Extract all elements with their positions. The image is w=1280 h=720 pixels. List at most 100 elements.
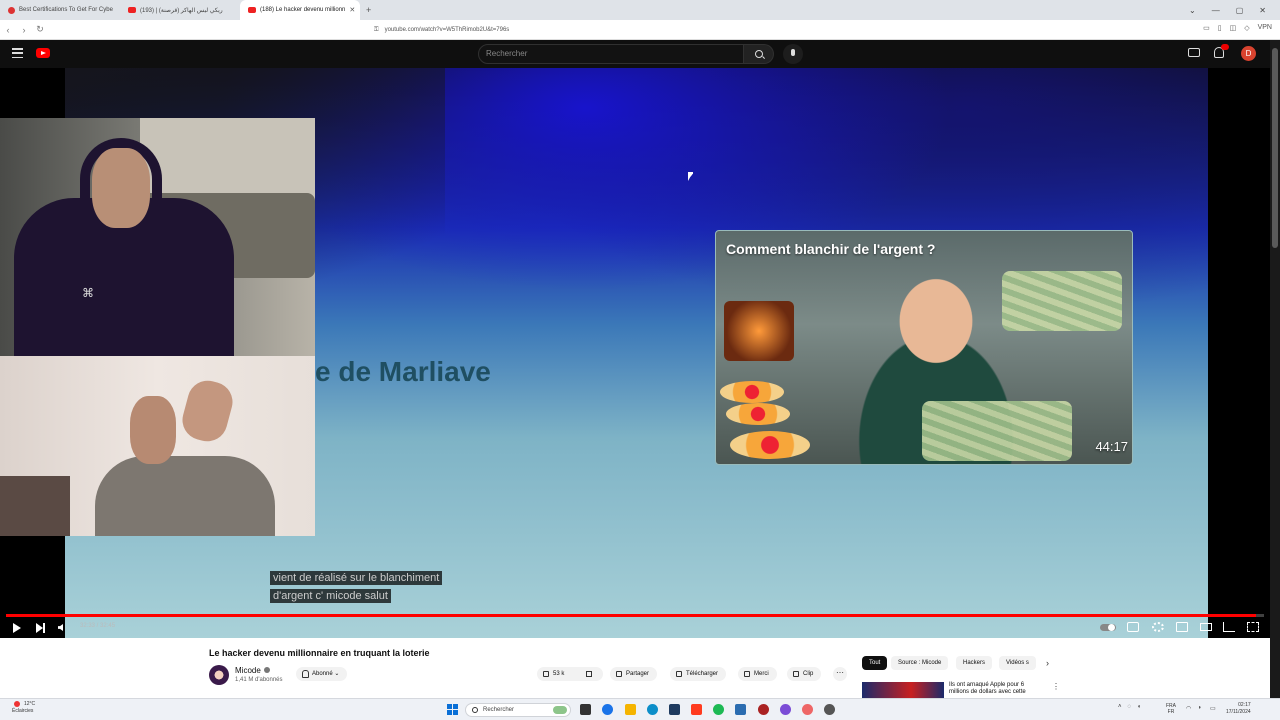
theater-mode-button[interactable]: [1200, 623, 1212, 631]
wallet-icon[interactable]: ◫: [1230, 24, 1237, 32]
new-tab-button[interactable]: +: [360, 5, 377, 15]
address-bar: ‹ › ↻ ⚿ youtube.com/watch?v=W5ThRimob2U&…: [0, 20, 1280, 40]
search-highlight-icon: [553, 706, 567, 714]
settings-icon[interactable]: [824, 704, 835, 715]
channel-name[interactable]: Micode: [235, 666, 261, 675]
download-button[interactable]: Télécharger: [670, 667, 727, 681]
volume-icon[interactable]: ◗: [1198, 705, 1202, 711]
url-field[interactable]: ⚿ youtube.com/watch?v=W5ThRimob2U&t=796s: [374, 23, 904, 37]
weather-widget[interactable]: 12°C Éclaircies: [12, 701, 35, 715]
vpn-badge[interactable]: VPN: [1258, 24, 1272, 32]
close-tab-icon[interactable]: ✕: [349, 6, 355, 14]
play-button[interactable]: [13, 623, 21, 633]
weather-desc: Éclaircies: [12, 708, 34, 714]
download-icon: [676, 671, 682, 677]
recommended-title[interactable]: Ils ont arnaqué Apple pour 6 millions de…: [949, 682, 1044, 696]
close-window-button[interactable]: ✕: [1259, 6, 1266, 15]
subscriber-count: 1,41 M d'abonnés: [235, 677, 283, 683]
app-icon[interactable]: [802, 704, 813, 715]
wifi-icon[interactable]: ◠: [1186, 705, 1191, 712]
progress-bar[interactable]: [6, 614, 1264, 617]
webcam-person-face: [92, 148, 150, 228]
maximize-button[interactable]: ▢: [1236, 6, 1244, 15]
thumbs-down-icon[interactable]: [586, 671, 592, 677]
chip-source[interactable]: Source : Micode: [891, 656, 949, 670]
sidebar-icon[interactable]: ▯: [1218, 24, 1222, 32]
network-icon[interactable]: ◌: [1128, 704, 1132, 710]
volume-icon[interactable]: [58, 624, 63, 631]
youtube-header: Rechercher D: [0, 40, 1280, 68]
minimize-button[interactable]: —: [1212, 6, 1220, 15]
clip-label: Clip: [803, 671, 814, 677]
chip-hackers[interactable]: Hackers: [956, 656, 993, 670]
chevron-up-icon[interactable]: ˄: [1118, 704, 1122, 710]
account-avatar[interactable]: D: [1241, 46, 1256, 61]
mouse-cursor-icon: [688, 172, 693, 181]
page-scrollbar[interactable]: [1270, 40, 1280, 698]
forward-button[interactable]: ›: [16, 25, 32, 35]
edge-icon[interactable]: [647, 704, 658, 715]
spotify-icon[interactable]: [713, 704, 724, 715]
chips-next-icon[interactable]: ›: [1046, 658, 1049, 668]
browser-tab-3[interactable]: (188) Le hacker devenu millionn ✕: [240, 0, 360, 20]
miniplayer-button[interactable]: [1176, 622, 1188, 632]
app-icon[interactable]: [758, 704, 769, 715]
browser-tab-1[interactable]: Best Certifications To Get For Cybe: [0, 0, 120, 20]
recommended-more-icon[interactable]: ⋮: [1052, 682, 1060, 691]
voice-search-button[interactable]: [783, 44, 803, 64]
thanks-button[interactable]: Merci: [738, 667, 777, 681]
subtitles-button[interactable]: [1127, 622, 1139, 632]
cast-icon[interactable]: [1223, 622, 1235, 632]
clock-date: 17/11/2024: [1226, 709, 1251, 715]
like-count: 53 k: [553, 671, 565, 677]
browser-tab-bar: Best Certifications To Get For Cybe ريكي…: [0, 0, 1280, 20]
calendar-icon[interactable]: [735, 704, 746, 715]
chevron-down-icon[interactable]: ⌄: [1189, 6, 1196, 15]
chip-related[interactable]: Vidéos s: [999, 656, 1036, 670]
language-indicator[interactable]: FRA FR: [1166, 703, 1176, 715]
task-view-icon[interactable]: [580, 704, 591, 715]
reload-button[interactable]: ↻: [32, 24, 48, 35]
video-overlay-text: e de Marliave: [315, 356, 491, 387]
scrollbar-thumb[interactable]: [1272, 48, 1278, 248]
share-button[interactable]: Partager: [610, 667, 658, 681]
file-explorer-icon[interactable]: [625, 704, 636, 715]
channel-avatar[interactable]: [209, 665, 229, 685]
settings-gear-icon[interactable]: [1152, 622, 1164, 632]
search-button[interactable]: [744, 44, 774, 64]
video-player[interactable]: e de Marliave Comment blanchir de l'arge…: [0, 68, 1270, 638]
autoplay-toggle[interactable]: [1100, 624, 1116, 631]
scissors-icon: [793, 671, 799, 677]
next-video-button[interactable]: [36, 623, 45, 633]
youtube-logo[interactable]: [36, 48, 50, 58]
fullscreen-button[interactable]: [1247, 622, 1259, 632]
hamburger-menu-icon[interactable]: [12, 48, 23, 58]
share-label: Partager: [626, 671, 650, 677]
discord-icon[interactable]: [780, 704, 791, 715]
search-input[interactable]: Rechercher: [478, 44, 744, 64]
like-button[interactable]: 53 k: [537, 667, 603, 681]
thumbnail-title: Comment blanchir de l'argent ?: [726, 241, 936, 257]
brave-icon[interactable]: [691, 704, 702, 715]
webcam-shelf: [0, 476, 70, 536]
store-icon[interactable]: [669, 704, 680, 715]
windows-start-icon[interactable]: [447, 704, 458, 715]
embedded-video-thumbnail: Comment blanchir de l'argent ? 44:17: [715, 230, 1133, 465]
notification-badge: [1221, 44, 1229, 50]
shield-icon[interactable]: ◇: [1244, 24, 1249, 32]
chip-all[interactable]: Tout: [862, 656, 888, 670]
speaker-icon[interactable]: ◖: [1137, 704, 1141, 710]
taskbar-clock[interactable]: 02:17 17/11/2024: [1226, 702, 1251, 716]
subscribed-button[interactable]: Abonné ⌄: [296, 667, 348, 681]
webcam-person-face: [130, 396, 176, 464]
battery-icon[interactable]: ▭: [1210, 705, 1216, 712]
extensions-icon[interactable]: ▭: [1203, 24, 1210, 32]
pizza-image: [720, 381, 784, 403]
back-button[interactable]: ‹: [0, 25, 16, 35]
browser-tab-2[interactable]: ريكي ليس الهاكر (قرصنة) | (193): [120, 0, 240, 20]
create-video-icon[interactable]: [1188, 48, 1200, 57]
chrome-icon[interactable]: [602, 704, 613, 715]
recommended-thumbnail[interactable]: [862, 682, 944, 698]
more-actions-button[interactable]: ⋯: [833, 667, 847, 681]
clip-button[interactable]: Clip: [787, 667, 822, 681]
